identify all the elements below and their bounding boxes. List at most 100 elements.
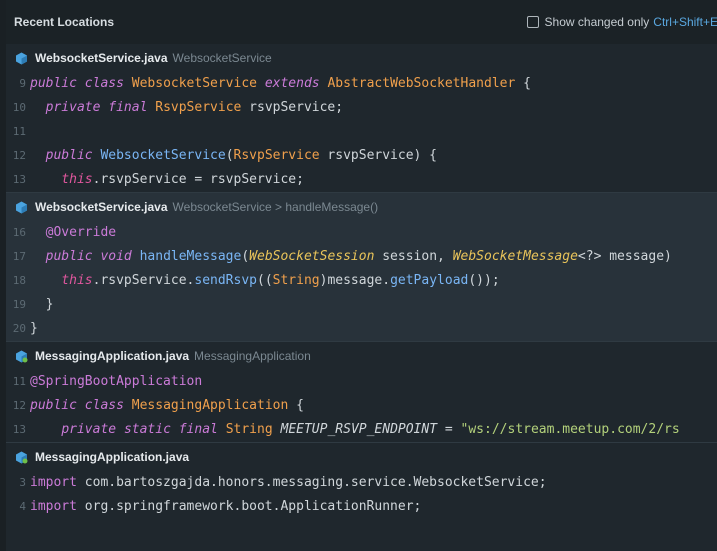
code-text: } xyxy=(30,293,54,317)
line-number: 10 xyxy=(12,101,26,114)
file-name: MessagingApplication.java xyxy=(35,450,190,464)
code-token: ( xyxy=(241,249,250,264)
code-token: this xyxy=(61,172,93,187)
spring-class-icon xyxy=(15,451,28,464)
code-token: @Override xyxy=(45,225,117,240)
location-header: MessagingApplication.java xyxy=(6,443,717,471)
code-token: session, xyxy=(374,249,453,264)
line-number: 11 xyxy=(12,375,26,388)
code-token: public xyxy=(30,398,77,413)
code-token: class xyxy=(84,398,124,413)
code-snippet: 11 @SpringBootApplication 12 public class M… xyxy=(6,370,717,442)
code-line: 18 this.rsvpService.sendRsvp((String)mes… xyxy=(6,269,717,293)
code-token: .rsvpService. xyxy=(92,273,195,288)
location-item[interactable]: MessagingApplication.java 3 import com.bar… xyxy=(6,443,717,519)
line-number: 16 xyxy=(12,226,26,239)
location-header: WebsocketService.java WebsocketService xyxy=(6,44,717,72)
code-line: 16 @Override xyxy=(6,221,717,245)
location-header: WebsocketService.java WebsocketService > … xyxy=(6,193,717,221)
line-number: 4 xyxy=(19,500,26,513)
code-token: public xyxy=(30,76,77,91)
code-text: import com.bartoszgajda.honors.messaging… xyxy=(30,471,547,495)
code-text: public class WebsocketService extends Ab… xyxy=(30,72,531,96)
code-token: .rsvpService = rsvpService; xyxy=(92,172,304,187)
line-number: 17 xyxy=(12,250,26,263)
code-token: WebSocketSession xyxy=(249,249,375,264)
code-text: this.rsvpService = rsvpService; xyxy=(30,168,304,192)
code-line: 11 @SpringBootApplication xyxy=(6,370,717,394)
location-context: WebsocketService xyxy=(172,51,272,65)
code-token: org.springframework.boot.ApplicationRunn… xyxy=(76,499,422,514)
code-text: } xyxy=(30,317,38,341)
code-text: public void handleMessage(WebSocketSessi… xyxy=(30,245,672,269)
location-item[interactable]: MessagingApplication.java MessagingApplic… xyxy=(6,342,717,442)
code-token: private xyxy=(61,422,117,437)
code-token: = xyxy=(437,422,461,437)
code-token: WebsocketService xyxy=(131,76,257,91)
code-text: this.rsvpService.sendRsvp((String)messag… xyxy=(30,269,499,293)
code-token: } xyxy=(30,297,54,312)
code-text: @SpringBootApplication xyxy=(30,370,202,394)
location-context: MessagingApplication xyxy=(194,349,311,363)
file-name: WebsocketService.java xyxy=(35,200,168,214)
location-item[interactable]: WebsocketService.java WebsocketService > … xyxy=(6,193,717,341)
line-number: 3 xyxy=(19,476,26,489)
popup-header: Recent Locations Show changed only Ctrl+… xyxy=(6,0,717,44)
code-text: @Override xyxy=(30,221,116,245)
code-line: 3 import com.bartoszgajda.honors.messagin… xyxy=(6,471,717,495)
code-token: MessagingApplication xyxy=(131,398,289,413)
show-changed-only-label[interactable]: Show changed only xyxy=(545,15,650,29)
code-line: 12 public WebsocketService(RsvpService r… xyxy=(6,144,717,168)
code-line: 12 public class MessagingApplication { xyxy=(6,394,717,418)
spring-class-icon xyxy=(15,350,28,363)
popup-title: Recent Locations xyxy=(14,15,115,29)
shortcut-hint: Ctrl+Shift+E xyxy=(653,15,717,29)
code-line: 9 public class WebsocketService extends A… xyxy=(6,72,717,96)
code-line: 17 public void handleMessage(WebSocketSe… xyxy=(6,245,717,269)
show-changed-only-checkbox[interactable] xyxy=(526,16,539,28)
code-text: public class MessagingApplication { xyxy=(30,394,304,418)
code-token: rsvpService) { xyxy=(319,148,438,163)
code-token: WebSocketMessage xyxy=(452,249,578,264)
code-token: "ws://stream.meetup.com/2/rs xyxy=(460,422,680,437)
code-token: )message. xyxy=(319,273,391,288)
code-line: 10 private final RsvpService rsvpService… xyxy=(6,96,717,120)
line-number: 9 xyxy=(19,77,26,90)
code-snippet: 3 import com.bartoszgajda.honors.messagin… xyxy=(6,471,717,519)
code-token: extends xyxy=(264,76,320,91)
code-line: 20} xyxy=(6,317,717,341)
code-token: MEETUP_RSVP_ENDPOINT xyxy=(280,422,438,437)
code-token: com.bartoszgajda.honors.messaging.servic… xyxy=(76,475,547,490)
location-context: WebsocketService > handleMessage() xyxy=(172,200,379,214)
line-number: 19 xyxy=(12,298,26,311)
code-token: public xyxy=(45,249,93,264)
code-token: private xyxy=(45,100,101,115)
code-text: public WebsocketService(RsvpService rsvp… xyxy=(30,144,437,168)
code-token: <?> message) xyxy=(577,249,672,264)
code-token: { xyxy=(515,76,531,91)
file-name: MessagingApplication.java xyxy=(35,349,190,363)
line-number: 18 xyxy=(12,274,26,287)
location-item[interactable]: WebsocketService.java WebsocketService 9 pu… xyxy=(6,44,717,192)
code-token: String xyxy=(225,422,273,437)
code-token: handleMessage xyxy=(139,249,242,264)
code-token: RsvpService xyxy=(233,148,320,163)
location-list: WebsocketService.java WebsocketService 9 pu… xyxy=(6,44,717,519)
code-text: import org.springframework.boot.Applicat… xyxy=(30,495,421,519)
code-token: import xyxy=(30,499,77,514)
code-token: final xyxy=(108,100,148,115)
code-token: { xyxy=(288,398,304,413)
show-changed-only-option[interactable]: Show changed only Ctrl+Shift+E xyxy=(526,15,717,29)
java-class-icon xyxy=(15,52,28,65)
